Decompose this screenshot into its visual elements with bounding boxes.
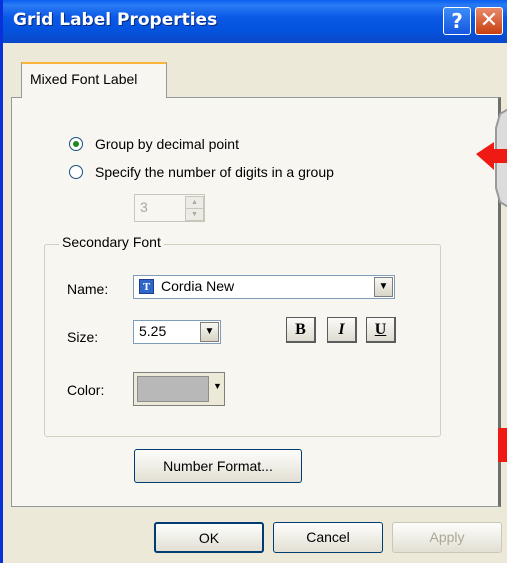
spin-down-icon: ▼ — [185, 208, 204, 221]
bold-button[interactable]: B — [286, 317, 316, 343]
help-button[interactable]: ? — [443, 7, 471, 35]
red-marker — [498, 428, 507, 462]
radio-label: Specify the number of digits in a group — [95, 164, 334, 180]
color-swatch — [137, 376, 209, 402]
close-button[interactable]: ✕ — [475, 7, 503, 35]
font-size-dropdown[interactable]: 5.25 ▼ — [133, 320, 221, 344]
size-label: Size: — [67, 329, 99, 345]
font-name-dropdown[interactable]: T Cordia New ▼ — [133, 275, 395, 299]
dialog-window: Grid Label Properties ? ✕ Mixed Font Lab… — [0, 0, 507, 563]
number-format-button[interactable]: Number Format... — [134, 449, 302, 483]
digits-spinner: 3 ▲ ▼ — [134, 194, 205, 222]
ok-button[interactable]: OK — [154, 522, 264, 553]
font-name-value: Cordia New — [161, 278, 235, 294]
chevron-down-icon[interactable]: ▼ — [200, 322, 219, 342]
title-bar[interactable]: Grid Label Properties ? ✕ — [3, 0, 507, 43]
underline-button[interactable]: U — [366, 317, 396, 343]
dialog-title: Grid Label Properties — [13, 10, 218, 30]
group-title: Secondary Font — [59, 234, 164, 250]
color-label: Color: — [67, 382, 105, 398]
apply-button[interactable]: Apply — [392, 522, 502, 553]
chevron-down-icon[interactable]: ▼ — [374, 277, 393, 297]
chevron-down-icon[interactable]: ▼ — [213, 381, 222, 391]
radio-button-unchecked[interactable] — [69, 165, 83, 179]
italic-button[interactable]: I — [327, 317, 357, 343]
red-arrow-icon — [476, 108, 507, 208]
name-label: Name: — [67, 281, 109, 297]
radio-button-checked[interactable] — [69, 137, 83, 151]
tab-mixed-font-label[interactable]: Mixed Font Label — [21, 62, 167, 98]
digits-value: 3 — [140, 199, 148, 215]
font-size-value: 5.25 — [139, 323, 167, 339]
cancel-button[interactable]: Cancel — [273, 522, 383, 553]
color-picker[interactable]: ▼ — [133, 372, 225, 406]
truetype-font-icon: T — [139, 279, 154, 294]
radio-label: Group by decimal point — [95, 136, 239, 152]
